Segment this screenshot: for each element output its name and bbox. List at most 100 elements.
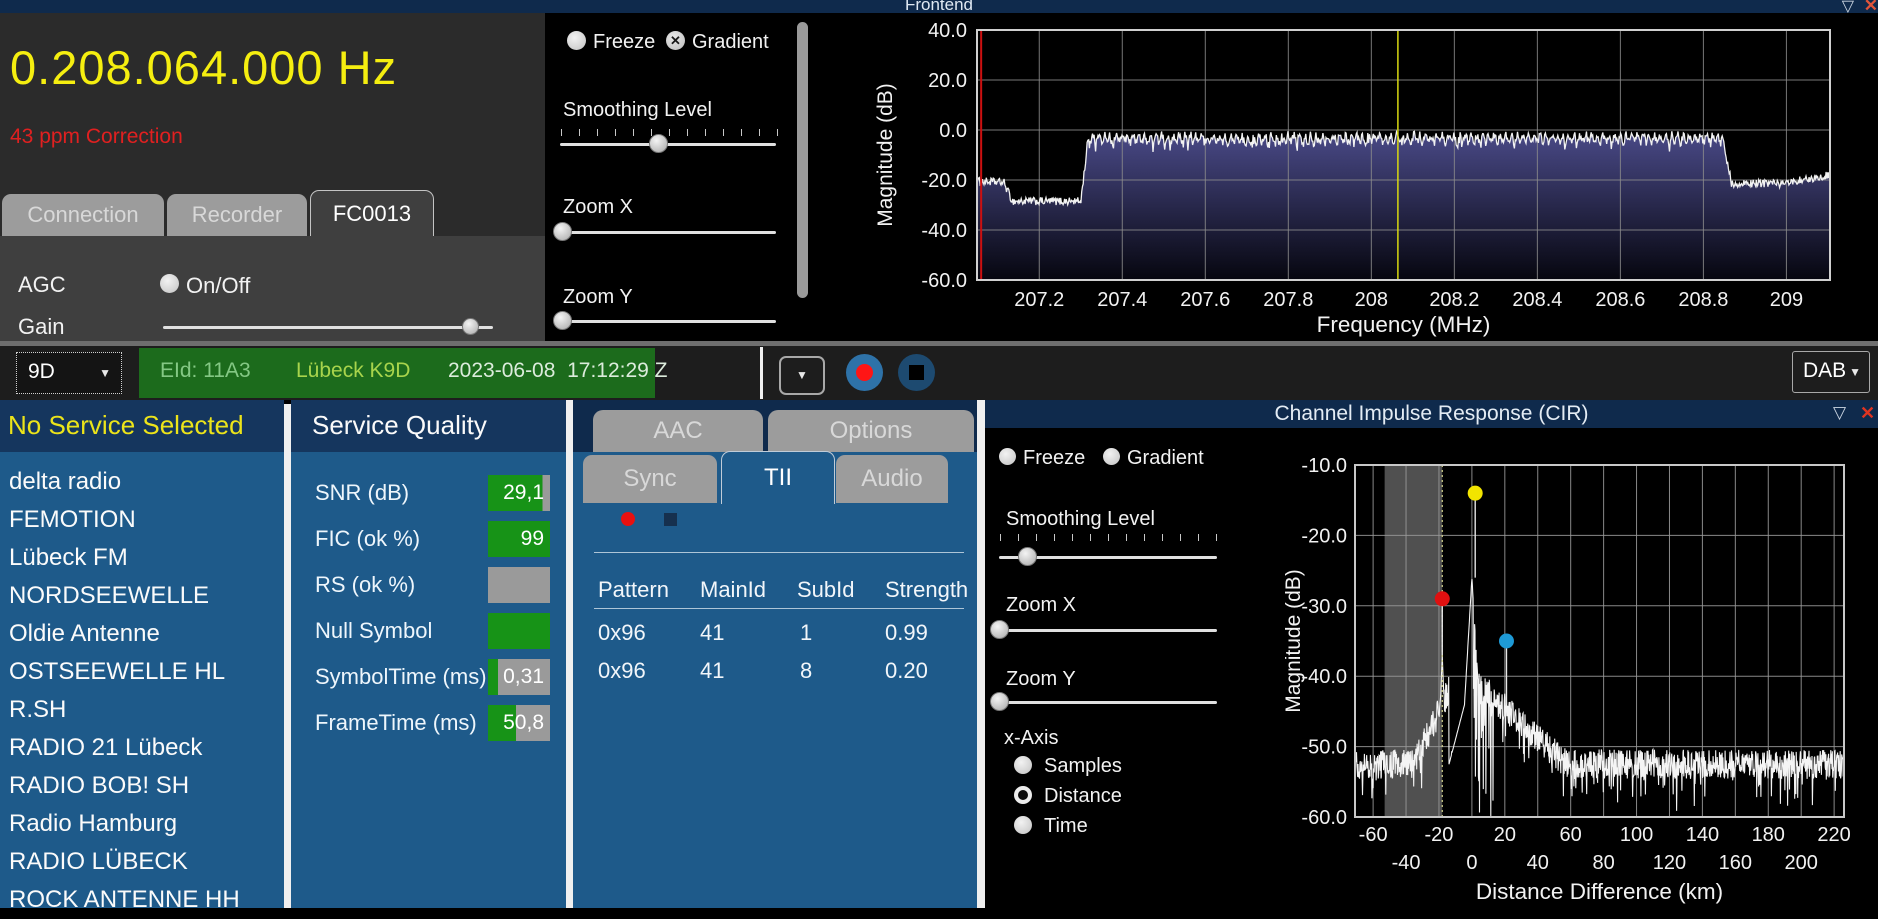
tuner-panel: 0.208.064.000 Hz 43 ppm Correction Conne… [0, 13, 545, 341]
collapse-icon[interactable]: ▽ [1833, 403, 1846, 423]
agc-radio[interactable] [160, 274, 179, 293]
quality-bar: 29,1 [488, 475, 550, 511]
frontend-zoomy-track[interactable] [560, 320, 776, 323]
svg-text:207.6: 207.6 [1180, 289, 1230, 311]
frontend-spectrum-plot[interactable]: 40.0 20.0 0.0 -20.0 -40.0 -60.0 207.2 207.4 207.… [870, 13, 1878, 341]
tab-sync[interactable]: Sync [583, 455, 717, 503]
service-item[interactable]: R.SH [0, 691, 284, 729]
svg-text:160: 160 [1719, 852, 1752, 874]
service-list[interactable]: delta radio FEMOTION Lübeck FM NORDSEEWELLE… [0, 452, 284, 913]
frontend-freeze-radio[interactable] [567, 31, 586, 50]
quality-row-label: SNR (dB) [315, 480, 410, 505]
sync-status-red-dot-icon [621, 512, 635, 526]
cir-zoomx-label: Zoom X [1006, 594, 1077, 616]
cir-zoomy-track[interactable] [999, 701, 1217, 704]
svg-text:20.0: 20.0 [928, 70, 967, 92]
cir-smoothing-handle[interactable] [1018, 547, 1037, 566]
tii-cell: 0.99 [885, 620, 928, 645]
chevron-down-icon: ▼ [1849, 365, 1861, 379]
service-item[interactable]: RADIO LÜBECK [0, 843, 284, 881]
status-separator [760, 347, 763, 399]
gain-slider-handle[interactable] [462, 318, 479, 335]
splitter-tii-cir[interactable] [977, 400, 985, 908]
tii-divider [594, 552, 964, 553]
close-icon[interactable]: ✕ [1860, 403, 1875, 424]
service-item[interactable]: Oldie Antenne [0, 615, 284, 653]
svg-text:Distance Difference (km): Distance Difference (km) [1476, 879, 1723, 904]
svg-text:-60.0: -60.0 [921, 270, 967, 292]
service-item[interactable]: delta radio [0, 463, 284, 501]
service-item[interactable]: NORDSEEWELLE [0, 577, 284, 615]
xaxis-label-samples: Samples [1044, 755, 1122, 777]
stop-button[interactable] [898, 354, 935, 391]
cir-titlebar[interactable]: Channel Impulse Response (CIR) ▽ ✕ [985, 400, 1878, 428]
mode-selector[interactable]: DAB ▼ [1792, 351, 1870, 393]
tab-options[interactable]: Options [768, 410, 974, 452]
xaxis-radio-time[interactable] [1014, 816, 1032, 834]
tii-panel: AAC Options Sync TII Audio Pattern MainId Sub… [573, 400, 977, 908]
xaxis-radio-samples[interactable] [1014, 756, 1032, 774]
cir-zoomx-handle[interactable] [990, 620, 1009, 639]
svg-text:-20: -20 [1425, 824, 1454, 846]
service-item[interactable]: Lübeck FM [0, 539, 284, 577]
quality-row-label: FrameTime (ms) [315, 710, 477, 735]
frontend-titlebar[interactable]: Frontend ▽ ✕ [0, 0, 1878, 13]
tab-recorder[interactable]: Recorder [167, 194, 307, 236]
cir-gradient-radio[interactable] [1103, 448, 1120, 465]
svg-text:40: 40 [1527, 852, 1549, 874]
frontend-zoomx-track[interactable] [560, 231, 776, 234]
service-item[interactable]: FEMOTION [0, 501, 284, 539]
service-item[interactable]: ROCK ANTENNE HH [0, 881, 284, 919]
svg-text:-60: -60 [1359, 824, 1388, 846]
tab-audio[interactable]: Audio [836, 455, 948, 503]
xaxis-label-time: Time [1044, 815, 1088, 837]
splitter-quality-tii[interactable] [566, 400, 573, 908]
tii-column-header: SubId [797, 577, 855, 602]
mode-value: DAB [1803, 359, 1847, 382]
svg-text:-40.0: -40.0 [921, 220, 967, 242]
tab-fc0013[interactable]: FC0013 [310, 190, 434, 237]
frontend-zoomy-handle[interactable] [553, 311, 572, 330]
record-menu-button[interactable]: ▼ [779, 356, 825, 395]
tab-tii[interactable]: TII [721, 451, 835, 504]
agc-label: AGC [18, 272, 66, 297]
frontend-smoothing-handle[interactable] [649, 134, 668, 153]
svg-text:180: 180 [1752, 824, 1785, 846]
record-button[interactable] [846, 354, 883, 391]
channel-selector[interactable]: 9D ▼ [16, 352, 122, 394]
cir-gradient-label: Gradient [1127, 447, 1204, 469]
service-item[interactable]: OSTSEEWELLE HL [0, 653, 284, 691]
service-list-scrollbar[interactable] [284, 404, 291, 908]
quality-row-label: FIC (ok %) [315, 526, 421, 551]
cir-zoomx-track[interactable] [999, 629, 1217, 632]
quality-value: 50,8 [503, 711, 544, 734]
svg-text:208.6: 208.6 [1595, 289, 1645, 311]
cir-plot[interactable]: -10.0 -20.0 -30.0 -40.0 -50.0 -60.0 -60 -20 20 60… [1282, 428, 1878, 908]
quality-bar: 99 [488, 521, 550, 557]
service-item[interactable]: RADIO 21 Lübeck [0, 729, 284, 767]
cir-zoomy-handle[interactable] [990, 692, 1009, 711]
svg-text:-50.0: -50.0 [1301, 737, 1347, 759]
collapse-icon[interactable]: ▽ [1842, 0, 1854, 13]
tab-aac[interactable]: AAC [593, 410, 763, 452]
tab-connection[interactable]: Connection [2, 194, 164, 236]
cir-freeze-radio[interactable] [999, 448, 1016, 465]
cir-zoomy-label: Zoom Y [1006, 668, 1076, 690]
close-icon[interactable]: ✕ [1864, 0, 1878, 13]
status-bar: 9D ▼ EId: 11A3 Lübeck K9D 2023-06-08 17:… [0, 346, 1878, 400]
frontend-smoothing-ticks [561, 129, 778, 136]
gain-slider-track[interactable] [163, 326, 493, 329]
tii-cell: 1 [800, 620, 813, 645]
service-item[interactable]: Radio Hamburg [0, 805, 284, 843]
xaxis-radio-distance[interactable] [1014, 786, 1032, 804]
svg-text:140: 140 [1686, 824, 1719, 846]
frontend-gradient-checkbox[interactable]: ✕ [666, 31, 685, 50]
quality-bar: 0,31 [488, 659, 550, 695]
frontend-smoothing-track[interactable] [560, 143, 776, 146]
cir-xaxis-label: x-Axis [1004, 727, 1059, 749]
service-item[interactable]: RADIO BOB! SH [0, 767, 284, 805]
service-header-bar: No Service Selected [0, 400, 284, 452]
frontend-controls-scrollbar[interactable] [797, 22, 808, 298]
frontend-zoomx-handle[interactable] [553, 222, 572, 241]
quality-value: 0,31 [503, 665, 544, 688]
